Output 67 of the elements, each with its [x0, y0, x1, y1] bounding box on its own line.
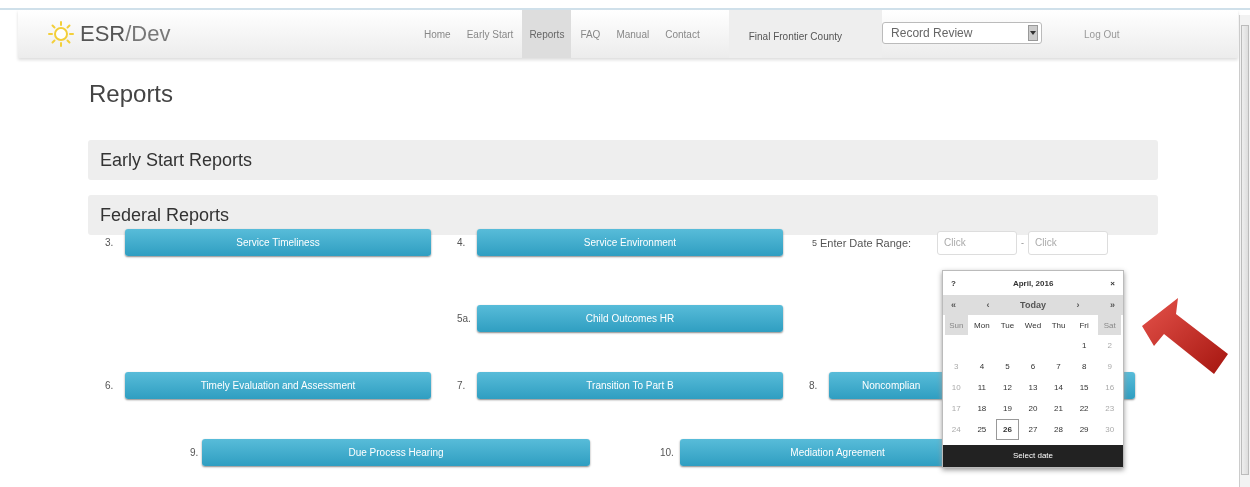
calendar-day[interactable]: 5 [996, 356, 1019, 377]
calendar-day[interactable]: 13 [1021, 377, 1045, 398]
range-separator: - [1021, 237, 1024, 248]
nav-link[interactable]: Contact [658, 10, 707, 58]
nav-link[interactable]: Manual [609, 10, 657, 58]
weekday-header: Tue [999, 319, 1016, 332]
section-header[interactable]: Early Start Reports [88, 140, 1158, 180]
item-number: 7. [456, 380, 467, 391]
nav-link[interactable]: Reports [522, 10, 572, 58]
calendar-nav-button[interactable]: « [949, 300, 958, 310]
select-date-button[interactable]: Select date [943, 445, 1123, 467]
item-number: 5 [812, 237, 817, 248]
page-title: Reports [89, 80, 175, 109]
caret-icon [1030, 31, 1037, 35]
calendar-nav-button[interactable]: › [1074, 300, 1082, 310]
nav-link[interactable]: Home [417, 10, 458, 58]
calendar-day[interactable]: 27 [1021, 419, 1045, 440]
county-name: Final Frontier County [728, 10, 883, 58]
scroll-thumb[interactable] [1241, 25, 1249, 475]
scrollbar[interactable] [1239, 15, 1250, 487]
calendar-day[interactable]: 12 [996, 377, 1019, 398]
calendar-day[interactable]: 6 [1021, 356, 1045, 377]
role-dropdown[interactable]: Record Review [882, 22, 1043, 44]
calendar-day[interactable]: 19 [996, 398, 1019, 419]
weekday-header: Fri [1078, 319, 1090, 332]
calendar-day[interactable]: 1 [1072, 335, 1096, 356]
item-number: 5a. [456, 313, 472, 324]
nav-link[interactable]: FAQ [573, 10, 608, 58]
close-button[interactable]: × [1110, 278, 1115, 288]
calendar-day[interactable]: 26 [996, 419, 1019, 440]
month-title: April, 2016 [1012, 278, 1054, 288]
calendar-nav-button[interactable]: Today [1018, 300, 1048, 310]
weekday-header: Thu [1050, 319, 1067, 332]
item-number: 6. [104, 380, 115, 391]
weekday-header: Sun [945, 315, 968, 335]
item-number: 9. [189, 447, 200, 458]
item-number: 4. [456, 237, 467, 248]
calendar-day[interactable]: 7 [1047, 356, 1070, 377]
calendar-day[interactable]: 22 [1072, 398, 1096, 419]
item-number: 8. [808, 380, 819, 391]
date-range-label: Enter Date Range: [820, 236, 913, 249]
calendar-day[interactable]: 8 [1072, 356, 1096, 377]
calendar-day[interactable]: 29 [1072, 419, 1096, 440]
calendar-nav-button[interactable]: » [1108, 300, 1117, 310]
calendar-day[interactable]: 15 [1072, 377, 1096, 398]
calendar-day[interactable]: 28 [1047, 419, 1070, 440]
calendar-day[interactable]: 25 [970, 419, 994, 440]
calendar-day[interactable]: 20 [1021, 398, 1045, 419]
weekday-header: Sat [1098, 315, 1121, 335]
calendar-day[interactable]: 4 [970, 356, 994, 377]
arrow-icon [1140, 296, 1230, 376]
weekday-header: Wed [1023, 319, 1043, 332]
calendar-day[interactable]: 21 [1047, 398, 1070, 419]
calendar-day[interactable]: 14 [1047, 377, 1070, 398]
item-number: 10. [659, 447, 675, 458]
calendar-day[interactable]: 11 [970, 377, 994, 398]
start-date-field[interactable]: Click [937, 230, 1017, 255]
end-date-field[interactable]: Click [1028, 230, 1108, 255]
section-header[interactable]: Federal Reports [88, 195, 1158, 235]
brand-name: ESR/Dev [80, 21, 171, 47]
calendar-day[interactable]: 18 [970, 398, 994, 419]
weekday-header: Mon [973, 319, 991, 332]
help-button[interactable]: ? [951, 278, 956, 288]
calendar-nav-button[interactable]: ‹ [984, 300, 992, 310]
sun-icon [48, 21, 74, 47]
item-number: 3. [104, 237, 115, 248]
nav-link[interactable]: Early Start [459, 10, 521, 58]
